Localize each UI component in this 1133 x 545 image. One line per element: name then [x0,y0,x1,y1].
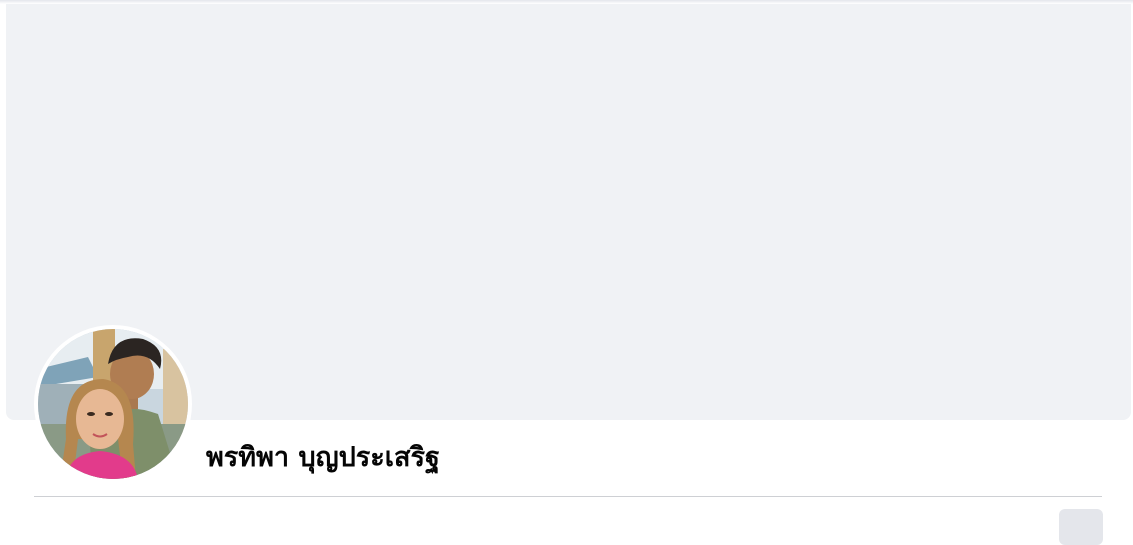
profile-avatar[interactable] [38,329,188,479]
profile-name: พรทิพา บุญประเสริฐ [206,442,440,473]
more-options-button[interactable] [1059,509,1103,545]
section-divider [34,496,1102,497]
avatar-photo [38,329,188,479]
